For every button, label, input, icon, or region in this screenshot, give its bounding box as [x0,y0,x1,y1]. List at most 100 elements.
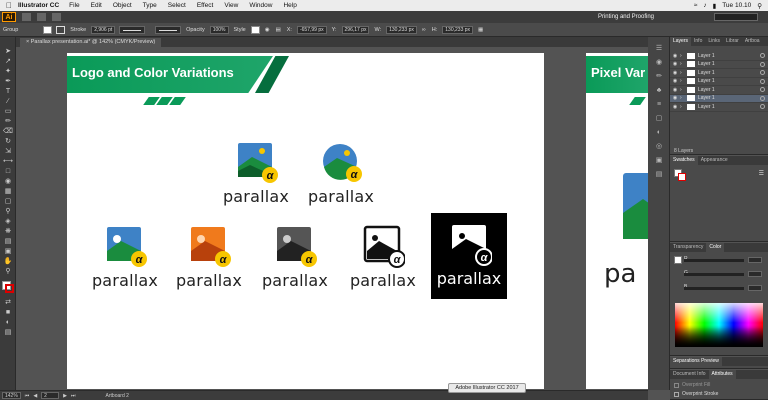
overprint-fill-row[interactable]: Overprint Fill [674,382,710,388]
stroke-swatch[interactable] [56,25,66,34]
layer-row-selected[interactable]: ◉ › Layer 1 [670,94,768,103]
artboard-2[interactable]: Pixel Var pa [586,53,648,389]
logo-grayscale-variant[interactable]: α parallax [260,225,330,290]
shape-builder-tool-icon[interactable]: ◉ [3,178,13,186]
gradient-panel-icon[interactable]: ▢ [654,115,664,123]
stroke-swatch[interactable] [678,173,686,181]
overprint-stroke-row[interactable]: Overprint Stroke [674,391,718,397]
stroke-panel-icon[interactable]: ≡ [654,101,664,109]
tab-appearance[interactable]: Appearance [698,156,731,165]
layer-name[interactable]: Layer 1 [698,104,715,110]
overprint-stroke-checkbox[interactable] [674,391,679,397]
paintbrush-tool-icon[interactable]: ✏ [3,118,13,126]
brushes-icon[interactable]: ✏ [654,73,664,81]
artboard-number-field[interactable]: 2 [41,392,60,399]
x-field[interactable]: -657,99 px [296,25,327,34]
visibility-eye-icon[interactable]: ◉ [670,95,680,101]
layer-name[interactable]: Layer 1 [698,53,715,59]
free-transform-tool-icon[interactable]: □ [3,168,13,176]
first-artboard-icon[interactable]: ⏮ [25,393,30,399]
color-guide-icon[interactable]: ◉ [654,59,664,67]
visibility-eye-icon[interactable]: ◉ [670,104,680,110]
rotate-tool-icon[interactable]: ↻ [3,138,13,146]
mesh-tool-icon[interactable]: ▦ [3,188,13,196]
layer-row[interactable]: ◉ › Layer 1 [670,103,768,112]
transform-icon[interactable]: ▦ [478,27,483,33]
link-icon[interactable]: ∞ [422,27,426,33]
selection-tool-icon[interactable]: ➤ [3,48,13,56]
rectangle-tool-icon[interactable]: ▭ [3,108,13,116]
swap-fill-stroke-icon[interactable]: ⇄ [3,299,13,307]
stroke-color-box[interactable] [5,284,14,293]
width-field[interactable]: 130,233 px [386,25,417,34]
fill-swatch[interactable] [43,25,53,34]
logo-color-variant[interactable]: α parallax [90,225,160,290]
opacity-label[interactable]: Opacity [186,27,205,33]
stock-search-input[interactable] [714,13,758,21]
channel-r-slider[interactable] [684,259,744,262]
stroke-weight-field[interactable]: 2,906 pt [91,25,116,34]
target-icon[interactable] [760,70,765,76]
layer-name[interactable]: Layer 1 [698,70,715,76]
clock[interactable]: Tue 10.10 [722,2,751,9]
apple-icon[interactable]:  [0,1,18,10]
y-field[interactable]: 296,17 px [341,25,370,34]
menu-view[interactable]: View [224,2,238,9]
prev-artboard-icon[interactable]: ◀ [33,393,37,399]
layer-row[interactable]: ◉ › Layer 1 [670,78,768,86]
logo-inverted-tile[interactable]: α parallax [431,213,507,299]
arrange-documents-icon[interactable] [52,13,61,21]
expand-arrow-icon[interactable]: › [680,70,687,76]
expand-arrow-icon[interactable]: › [680,104,687,110]
menu-window[interactable]: Window [249,2,272,9]
menu-object[interactable]: Object [113,2,132,9]
menu-file[interactable]: File [69,2,79,9]
tab-artboards[interactable]: Artboa [742,37,763,46]
target-icon[interactable] [760,53,765,59]
visibility-eye-icon[interactable]: ◉ [670,61,680,67]
visibility-eye-icon[interactable]: ◉ [670,53,680,59]
wifi-icon[interactable]: ≈ [694,2,698,9]
layer-row[interactable]: ◉ › Layer 1 [670,86,768,95]
expand-arrow-icon[interactable]: › [680,87,687,93]
direct-selection-tool-icon[interactable]: ↗ [3,58,13,66]
workspace-switcher[interactable]: Printing and Proofing [598,14,654,20]
channel-r-value[interactable] [748,257,762,263]
align-icon[interactable]: ▤ [276,27,281,33]
expand-arrow-icon[interactable]: › [680,95,687,101]
height-field[interactable]: 130,233 px [442,25,474,34]
type-tool-icon[interactable]: T [3,88,13,96]
expand-arrow-icon[interactable]: › [680,78,687,84]
logo-outline-variant[interactable]: α parallax [348,225,418,290]
tab-color[interactable]: Color [706,243,725,252]
visibility-eye-icon[interactable]: ◉ [670,70,680,76]
target-icon[interactable] [760,61,765,67]
tab-libraries[interactable]: Librar [723,37,742,46]
tab-swatches[interactable]: Swatches [670,156,698,165]
width-tool-icon[interactable]: ⟷ [3,158,13,166]
fill-swatch[interactable] [674,256,682,264]
logo-full-color-square[interactable]: α parallax [221,141,291,206]
target-icon[interactable] [760,87,765,93]
screen-mode-icon[interactable]: ▤ [3,329,13,337]
target-icon[interactable] [760,104,765,110]
target-icon[interactable] [760,78,765,84]
zoom-tool-icon[interactable]: ⚲ [3,268,13,276]
last-artboard-icon[interactable]: ⏭ [71,393,76,399]
menu-help[interactable]: Help [283,2,296,9]
close-tab-icon[interactable]: × [26,39,29,45]
next-artboard-icon[interactable]: ▶ [63,393,67,399]
transparency-panel-icon[interactable]: ◐ [654,129,664,137]
battery-icon[interactable]: ▮ [713,2,717,10]
style-label[interactable]: Style [234,27,246,33]
magic-wand-tool-icon[interactable]: ✦ [3,68,13,76]
document-tab[interactable]: × Parallax presentation.ai* @ 142% (CMYK… [20,38,162,47]
channel-b-slider[interactable] [684,287,744,290]
layer-row[interactable]: ◉ › Layer 1 [670,52,768,61]
tab-links[interactable]: Links [705,37,723,46]
menu-select[interactable]: Select [168,2,186,9]
tab-separations-preview[interactable]: Separations Preview [670,357,722,366]
pen-tool-icon[interactable]: ✒ [3,78,13,86]
tab-attributes[interactable]: Attributes [708,370,736,379]
visibility-eye-icon[interactable]: ◉ [670,78,680,84]
